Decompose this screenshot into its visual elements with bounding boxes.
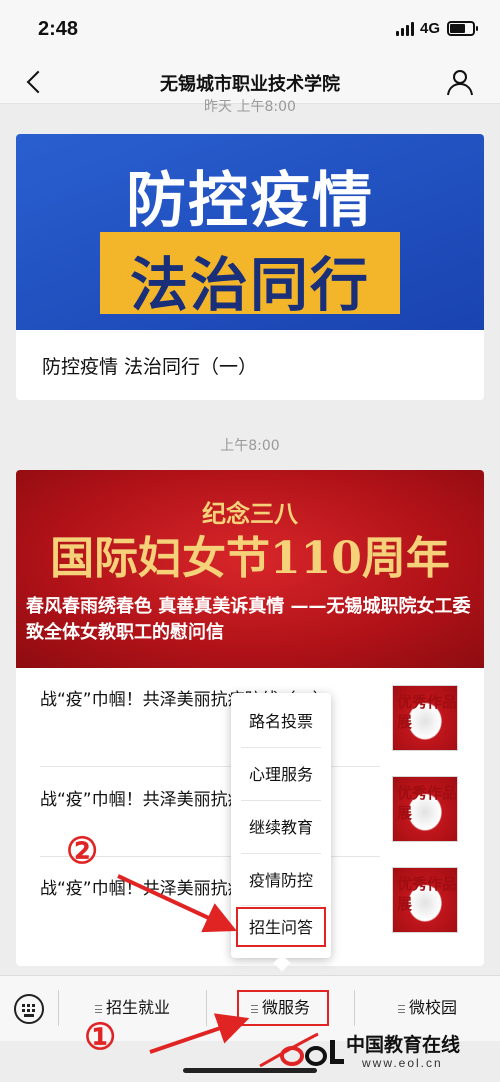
status-time: 2:48: [38, 18, 79, 40]
watermark-text: 中国教育在线: [346, 1034, 461, 1056]
article-title[interactable]: 防控疫情 法治同行（一）: [42, 352, 257, 379]
article-banner[interactable]: 纪念三八 国际妇女节110周年 春风春雨绣春色 真善真美诉真情 ——无锡城职院女…: [16, 470, 484, 668]
banner-subheadline: 法治同行: [129, 251, 370, 319]
tab-label: 微校园: [408, 998, 457, 1017]
network-label: 4G: [420, 20, 441, 37]
page-title: 无锡城市职业技术学院: [160, 74, 340, 95]
banner-headline: 防控疫情: [126, 166, 374, 236]
highlight-box: [237, 990, 329, 1026]
service-submenu: 路名投票 心理服务 继续教育 疫情防控 招生问答: [231, 693, 331, 958]
step-2-marker: ②: [66, 830, 99, 872]
article-card[interactable]: 防控疫情 法治同行 防控疫情 法治同行（一）: [16, 134, 484, 400]
signal-icon: [396, 22, 416, 36]
submenu-item-epidemic-control[interactable]: 疫情防控: [231, 854, 331, 907]
highlight-box: [236, 907, 326, 947]
article-banner: 防控疫情 法治同行: [16, 134, 484, 330]
watermark-url: www.eol.cn: [362, 1056, 443, 1070]
article-headline[interactable]: 春风春雨绣春色 真善真美诉真情 ——无锡城职院女工委致全体女教职工的慰问信: [26, 594, 474, 646]
tab-label: 招生就业: [105, 998, 170, 1017]
menu-icon: [94, 1004, 102, 1013]
battery-icon: [447, 21, 478, 36]
thumbnail-caption: 优秀作品展: [397, 784, 458, 822]
step-1-marker: ①: [84, 1016, 117, 1058]
submenu-item-counseling[interactable]: 心理服务: [231, 748, 331, 801]
timestamp: 昨天 上午8:00: [204, 99, 296, 115]
status-bar: 2:48 4G: [0, 0, 500, 58]
eol-logo: [259, 1032, 344, 1068]
timestamp: 上午8:00: [220, 438, 280, 454]
home-indicator: [183, 1068, 317, 1073]
profile-icon[interactable]: [444, 66, 476, 98]
back-icon[interactable]: [18, 64, 52, 98]
submenu-item-road-vote[interactable]: 路名投票: [231, 695, 331, 748]
thumbnail-caption: 优秀作品展: [397, 693, 458, 731]
list-item-thumbnail[interactable]: 优秀作品展: [392, 685, 458, 751]
list-item-thumbnail[interactable]: 优秀作品展: [392, 776, 458, 842]
list-item-thumbnail[interactable]: 优秀作品展: [392, 867, 458, 933]
menu-icon: [397, 1004, 405, 1013]
keyboard-icon[interactable]: [14, 994, 44, 1024]
submenu-item-continuing-education[interactable]: 继续教育: [231, 801, 331, 854]
tab-admission-employment[interactable]: 招生就业: [59, 976, 206, 1042]
banner-subheadline: 国际妇女节110周年: [50, 533, 450, 584]
thumbnail-caption: 优秀作品展: [397, 875, 458, 913]
